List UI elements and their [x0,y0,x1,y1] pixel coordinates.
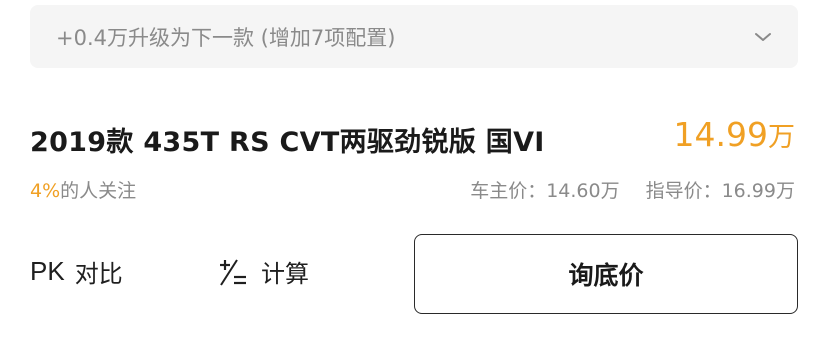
attention-info: 4%的人关注 [30,176,136,203]
price: 14.99 万 [674,115,795,154]
plus-minus-equals-icon [217,256,249,288]
calculate-label: 计算 [261,260,309,288]
guide-price: 指导价：16.99万 [645,180,795,202]
price-unit: 万 [768,122,795,153]
attention-label: 的人关注 [60,180,137,202]
attention-percent: 4% [30,180,61,202]
inquiry-label: 询底价 [568,261,644,290]
upgrade-bar[interactable]: +0.4万升级为下一款 (增加7项配置) [30,5,798,68]
reference-prices: 车主价：14.60万 指导价：16.99万 [470,176,795,203]
inquiry-price-button[interactable]: 询底价 [414,234,798,314]
model-title: 2019款 435T RS CVT两驱劲锐版 国VI [30,127,545,158]
chevron-down-icon[interactable] [754,28,772,46]
upgrade-text: +0.4万升级为下一款 (增加7项配置) [56,25,396,50]
owner-price: 车主价：14.60万 [470,180,620,202]
compare-label: 对比 [74,260,123,288]
compare-button[interactable]: PK 对比 [30,254,123,289]
price-value: 14.99 [673,115,768,154]
calculate-button[interactable]: 计算 [217,254,309,289]
pk-icon: PK [30,256,65,286]
